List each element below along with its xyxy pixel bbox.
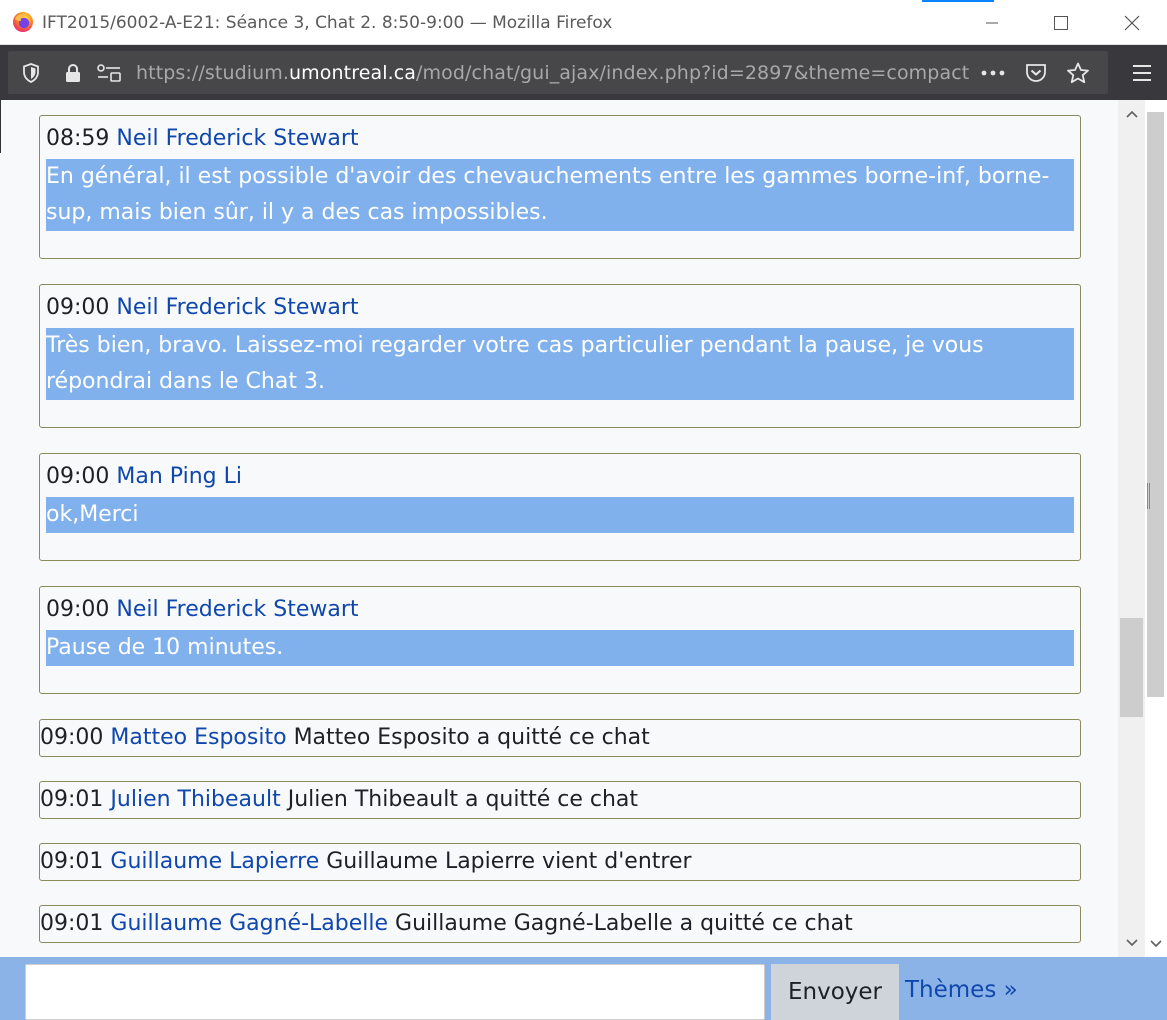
scroll-down-button[interactable] xyxy=(1118,931,1145,955)
hamburger-menu-icon xyxy=(1133,64,1151,81)
system-event: 09:00 Matteo Esposito Matteo Esposito a … xyxy=(39,719,1081,757)
maximize-button[interactable] xyxy=(1038,0,1084,45)
send-button[interactable]: Envoyer xyxy=(771,964,899,1020)
themes-link[interactable]: Thèmes » xyxy=(905,977,1018,1003)
maximize-icon xyxy=(1054,15,1068,30)
left-border xyxy=(0,100,1,153)
page-actions-button[interactable] xyxy=(978,51,1008,94)
minimize-button[interactable] xyxy=(969,0,1015,45)
message-time: 09:00 xyxy=(46,464,110,489)
address-bar[interactable]: https://studium.umontreal.ca/mod/chat/gu… xyxy=(8,51,1108,94)
chat-message: 09:00 Neil Frederick Stewart Pause de 10… xyxy=(39,586,1081,694)
message-input-bar: Envoyer Thèmes » xyxy=(0,957,1167,1020)
event-text: Matteo Esposito a quitté ce chat xyxy=(293,725,650,750)
url-text[interactable]: https://studium.umontreal.ca/mod/chat/gu… xyxy=(136,62,969,84)
message-input[interactable] xyxy=(25,964,765,1020)
message-time: 09:00 xyxy=(46,295,110,320)
event-username[interactable]: Guillaume Lapierre xyxy=(110,849,319,874)
scroll-down-icon xyxy=(1125,939,1138,947)
message-header: 08:59 Neil Frederick Stewart xyxy=(46,126,359,151)
url-path: /mod/chat/gui_ajax/index.php?id=2897&the… xyxy=(416,62,970,84)
navigation-toolbar: https://studium.umontreal.ca/mod/chat/gu… xyxy=(0,45,1167,100)
scrollbar-grip xyxy=(1147,483,1150,509)
pocket-icon xyxy=(1026,63,1046,82)
scroll-up-icon xyxy=(1125,110,1138,118)
message-username[interactable]: Neil Frederick Stewart xyxy=(116,597,358,622)
bookmark-button[interactable] xyxy=(1064,51,1092,94)
minimize-icon xyxy=(986,22,998,23)
chat-scrollbar[interactable] xyxy=(1118,100,1145,957)
more-actions-icon xyxy=(981,70,1005,75)
message-text: En général, il est possible d'avoir des … xyxy=(46,159,1074,231)
message-text: Très bien, bravo. Laissez-moi regarder v… xyxy=(46,328,1074,400)
bookmark-star-icon xyxy=(1067,62,1089,83)
message-time: 08:59 xyxy=(46,126,110,151)
site-security-button[interactable] xyxy=(60,51,86,94)
system-event: 09:01 Julien Thibeault Julien Thibeault … xyxy=(39,781,1081,819)
event-username[interactable]: Guillaume Gagné-Labelle xyxy=(110,911,388,936)
url-prefix: https://studium. xyxy=(136,62,290,84)
chat-messages-area[interactable]: 08:59 Neil Frederick Stewart En général,… xyxy=(0,100,1167,957)
permissions-icon xyxy=(97,63,121,82)
system-event: 09:01 Guillaume Gagné-Labelle Guillaume … xyxy=(39,905,1081,943)
system-event: 09:01 Guillaume Lapierre Guillaume Lapie… xyxy=(39,843,1081,881)
message-header: 09:00 Neil Frederick Stewart xyxy=(46,295,359,320)
scrollbar-thumb[interactable] xyxy=(1120,618,1143,717)
url-domain: umontreal.ca xyxy=(289,62,417,84)
message-text: Pause de 10 minutes. xyxy=(46,630,1074,666)
window-title: IFT2015/6002-A-E21: Séance 3, Chat 2. 8:… xyxy=(42,13,613,33)
window-titlebar: IFT2015/6002-A-E21: Séance 3, Chat 2. 8:… xyxy=(0,0,1167,45)
permissions-button[interactable] xyxy=(93,51,125,94)
message-username[interactable]: Neil Frederick Stewart xyxy=(116,295,358,320)
close-window-button[interactable] xyxy=(1109,0,1155,45)
message-header: 09:00 Neil Frederick Stewart xyxy=(46,597,359,622)
scroll-up-button[interactable] xyxy=(1118,102,1145,126)
event-text: Guillaume Lapierre vient d'entrer xyxy=(326,849,692,874)
event-text: Guillaume Gagné-Labelle a quitté ce chat xyxy=(395,911,853,936)
page-scrollbar[interactable] xyxy=(1145,100,1167,957)
event-time: 09:01 xyxy=(40,911,104,936)
message-username[interactable]: Man Ping Li xyxy=(116,464,242,489)
chat-message: 08:59 Neil Frederick Stewart En général,… xyxy=(39,115,1081,259)
scroll-down-icon xyxy=(1150,940,1162,948)
pocket-button[interactable] xyxy=(1022,51,1050,94)
open-menu-button[interactable] xyxy=(1124,45,1160,100)
shield-icon xyxy=(23,62,39,83)
message-time: 09:00 xyxy=(46,597,110,622)
firefox-logo-icon xyxy=(13,12,33,32)
page-scroll-down-button[interactable] xyxy=(1145,934,1167,954)
message-text: ok,Merci xyxy=(46,497,1074,533)
page-scrollbar-thumb[interactable] xyxy=(1147,112,1164,697)
event-time: 09:01 xyxy=(40,849,104,874)
message-username[interactable]: Neil Frederick Stewart xyxy=(116,126,358,151)
event-text: Julien Thibeault a quitté ce chat xyxy=(287,787,639,812)
lock-icon xyxy=(66,63,80,82)
event-time: 09:00 xyxy=(40,725,104,750)
event-username[interactable]: Matteo Esposito xyxy=(110,725,286,750)
chat-message: 09:00 Neil Frederick Stewart Très bien, … xyxy=(39,284,1081,428)
message-header: 09:00 Man Ping Li xyxy=(46,464,242,489)
chat-message: 09:00 Man Ping Li ok,Merci xyxy=(39,453,1081,561)
close-icon xyxy=(1124,15,1140,30)
event-time: 09:01 xyxy=(40,787,104,812)
event-username[interactable]: Julien Thibeault xyxy=(110,787,280,812)
tracking-protection-button[interactable] xyxy=(16,51,46,94)
